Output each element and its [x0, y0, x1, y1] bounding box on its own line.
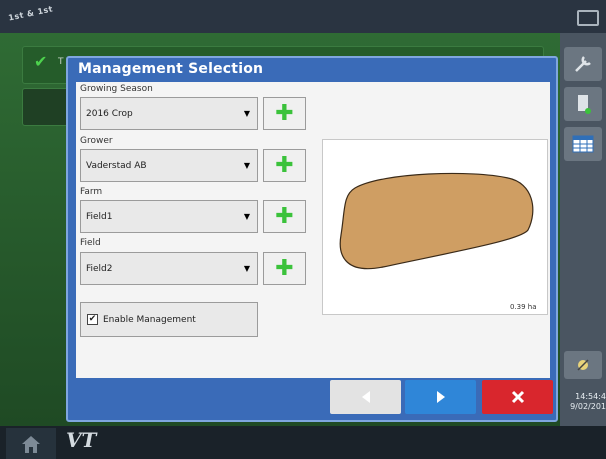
- device-icon[interactable]: [564, 87, 602, 121]
- add-field-button[interactable]: ✚: [263, 252, 306, 285]
- growing-season-dropdown[interactable]: 2016 Crop ▼: [80, 97, 258, 130]
- screen-icon[interactable]: [577, 10, 599, 26]
- next-button[interactable]: [405, 380, 476, 414]
- chevron-down-icon: ▼: [243, 264, 251, 273]
- checkbox[interactable]: ✔: [87, 314, 98, 325]
- add-farm-button[interactable]: ✚: [263, 200, 306, 233]
- farm-value: Field1: [86, 211, 113, 222]
- plus-icon: ✚: [275, 100, 294, 126]
- grower-value: Vaderstad AB: [86, 160, 147, 171]
- plus-icon: ✚: [275, 152, 294, 178]
- field-label: Field: [80, 238, 101, 248]
- grower-dropdown[interactable]: Vaderstad AB ▼: [80, 149, 258, 182]
- field-dropdown[interactable]: Field2 ▼: [80, 252, 258, 285]
- plus-icon: ✚: [275, 203, 294, 229]
- farm-label: Farm: [80, 187, 103, 197]
- field-area-label: 0.39 ha: [510, 303, 537, 311]
- dialog-footer: [76, 378, 550, 418]
- farm-dropdown[interactable]: Field1 ▼: [80, 200, 258, 233]
- enable-management-label: Enable Management: [103, 314, 196, 325]
- growing-season-value: 2016 Crop: [86, 108, 133, 119]
- close-icon: [511, 390, 524, 404]
- table-icon[interactable]: [564, 127, 602, 161]
- background-row-label: T: [58, 57, 64, 67]
- add-growing-season-button[interactable]: ✚: [263, 97, 306, 130]
- plus-icon: ✚: [275, 255, 294, 281]
- left-arrow-icon: [361, 391, 370, 403]
- field-boundary-shape: [339, 172, 534, 270]
- vt-button[interactable]: VT: [66, 428, 96, 452]
- chevron-down-icon: ▼: [243, 212, 251, 221]
- date-text: 9/02/201: [570, 402, 606, 411]
- satellite-icon[interactable]: [564, 351, 602, 379]
- chevron-down-icon: ▼: [243, 161, 251, 170]
- dialog-title: Management Selection: [78, 61, 264, 77]
- chevron-down-icon: ▼: [243, 109, 251, 118]
- right-sidebar: [560, 33, 606, 426]
- home-icon: [22, 435, 40, 453]
- add-grower-button[interactable]: ✚: [263, 149, 306, 182]
- right-arrow-icon: [436, 391, 445, 403]
- field-value: Field2: [86, 263, 113, 274]
- check-icon: ✔: [34, 52, 48, 71]
- wrench-icon[interactable]: [564, 47, 602, 81]
- home-button[interactable]: [6, 428, 56, 459]
- logo: 1st & 1st: [7, 4, 54, 23]
- field-map: [322, 139, 548, 315]
- time-text: 14:54:4: [575, 392, 606, 401]
- top-bar: 1st & 1st: [0, 0, 606, 33]
- enable-management-toggle[interactable]: ✔ Enable Management: [80, 302, 258, 337]
- cancel-button[interactable]: [482, 380, 553, 414]
- grower-label: Grower: [80, 136, 113, 146]
- growing-season-label: Growing Season: [80, 84, 153, 94]
- back-button[interactable]: [330, 380, 401, 414]
- clock: 14:54:4 9/02/201: [562, 392, 606, 412]
